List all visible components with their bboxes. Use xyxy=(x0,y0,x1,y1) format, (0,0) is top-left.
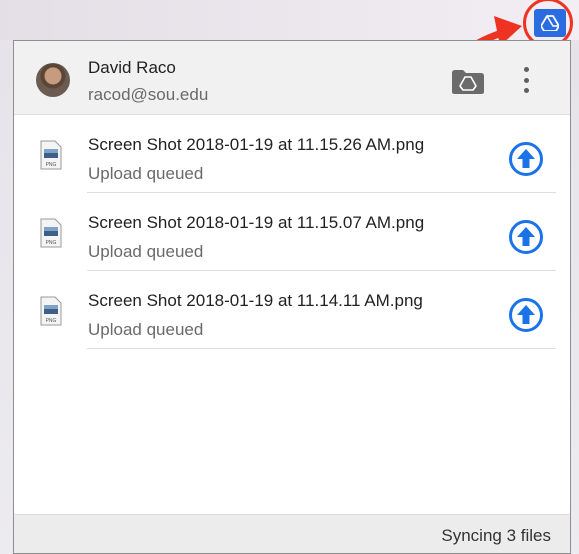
upload-arrow-icon[interactable] xyxy=(508,141,544,177)
menu-bar xyxy=(0,0,579,40)
file-status: Upload queued xyxy=(88,242,204,261)
file-name: Screen Shot 2018-01-19 at 11.15.26 AM.pn… xyxy=(88,135,425,154)
user-name: David Raco xyxy=(88,58,176,77)
file-type-label: PNG xyxy=(46,240,57,246)
list-item[interactable]: PNG Screen Shot 2018-01-19 at 11.14.11 A… xyxy=(14,271,570,349)
upload-arrow-icon[interactable] xyxy=(508,219,544,255)
file-type-label: PNG xyxy=(46,162,57,168)
account-header: David Raco racod@sou.edu xyxy=(14,41,570,115)
more-options-button[interactable] xyxy=(514,63,538,97)
drive-folder-icon xyxy=(452,70,484,94)
png-file-icon: PNG xyxy=(40,296,62,326)
list-item[interactable]: PNG Screen Shot 2018-01-19 at 11.15.26 A… xyxy=(14,115,570,193)
open-drive-folder-button[interactable] xyxy=(451,69,485,95)
file-status: Upload queued xyxy=(88,164,204,183)
more-vertical-icon xyxy=(523,67,529,72)
sync-status-text: Syncing 3 files xyxy=(441,526,551,545)
row-divider xyxy=(87,348,556,349)
png-file-icon: PNG xyxy=(40,140,62,170)
png-file-icon: PNG xyxy=(40,218,62,248)
file-list: PNG Screen Shot 2018-01-19 at 11.15.26 A… xyxy=(14,115,570,349)
file-name: Screen Shot 2018-01-19 at 11.14.11 AM.pn… xyxy=(88,291,423,310)
upload-arrow-icon[interactable] xyxy=(508,297,544,333)
list-item[interactable]: PNG Screen Shot 2018-01-19 at 11.15.07 A… xyxy=(14,193,570,271)
avatar[interactable] xyxy=(36,63,70,97)
file-type-label: PNG xyxy=(46,318,57,324)
user-email: racod@sou.edu xyxy=(88,85,209,104)
file-name: Screen Shot 2018-01-19 at 11.15.07 AM.pn… xyxy=(88,213,425,232)
drive-sync-panel: David Raco racod@sou.edu PNG Screen Shot… xyxy=(13,40,571,554)
status-footer: Syncing 3 files xyxy=(14,514,570,553)
file-status: Upload queued xyxy=(88,320,204,339)
